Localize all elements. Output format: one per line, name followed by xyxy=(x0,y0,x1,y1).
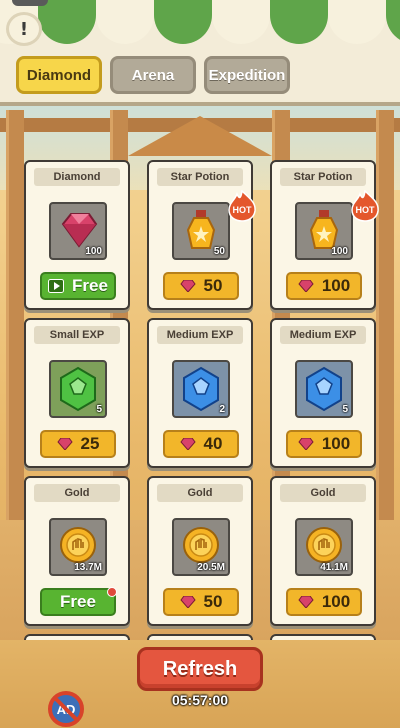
item-quantity: 100 xyxy=(85,246,102,257)
item-title: Medium EXP xyxy=(157,326,243,344)
no-ads-icon[interactable]: AD xyxy=(46,690,86,728)
item-title: Diamond xyxy=(34,168,120,186)
item-quantity: 13.7M xyxy=(74,562,102,573)
item-title: Star Potion xyxy=(280,168,366,186)
item-icon-frame: 20.5M xyxy=(172,518,230,576)
buy-button[interactable]: 25 xyxy=(40,430,116,458)
price-label: 25 xyxy=(80,434,100,453)
price-label: 50 xyxy=(203,592,223,611)
item-title: Medium EXP xyxy=(280,326,366,344)
price-label: 100 xyxy=(321,434,351,453)
item-quantity: 5 xyxy=(96,404,102,415)
shop-item-star-potion[interactable]: Star Potion 100 HOT 100 xyxy=(270,160,379,310)
free-claim-button[interactable]: Free xyxy=(40,587,117,616)
price-label: 50 xyxy=(203,276,223,295)
price-label: Free xyxy=(72,276,108,295)
info-icon: ! xyxy=(19,18,29,40)
buy-button[interactable]: 100 xyxy=(286,430,362,458)
free-ad-button[interactable]: Free xyxy=(40,272,116,300)
shop-item-small-exp[interactable]: Small EXP 5 25 xyxy=(24,318,130,468)
gem-currency-icon xyxy=(298,280,314,292)
item-icon-frame: 41.1M xyxy=(295,518,353,576)
buy-button[interactable]: 40 xyxy=(163,430,239,458)
shop-item-gold[interactable]: Gold 20.5M 50 xyxy=(147,476,253,626)
shop-item-gold[interactable]: Gold 41.1M 100 xyxy=(270,476,376,626)
gem-currency-icon xyxy=(179,596,196,608)
gem-currency-icon xyxy=(179,438,196,450)
item-title: Gold xyxy=(157,484,243,502)
item-icon-frame: 2 xyxy=(172,360,230,418)
item-quantity: 41.1M xyxy=(320,562,348,573)
refresh-timer: 05:57:00 xyxy=(171,692,229,708)
item-icon-frame: 100 xyxy=(295,202,353,260)
gem-currency-icon xyxy=(179,280,196,292)
price-label: 40 xyxy=(203,434,223,453)
price-label: 100 xyxy=(321,276,351,295)
item-quantity: 2 xyxy=(219,404,225,415)
item-icon-frame: 5 xyxy=(295,360,353,418)
item-quantity: 20.5M xyxy=(197,562,225,573)
play-ad-icon xyxy=(48,279,65,293)
hot-badge-icon: HOT xyxy=(228,190,256,222)
gem-currency-icon xyxy=(298,438,314,450)
price-label: 100 xyxy=(321,592,351,611)
shop-item-medium-exp[interactable]: Medium EXP 2 40 xyxy=(147,318,253,468)
refresh-button[interactable]: Refresh xyxy=(137,647,263,691)
gem-currency-icon xyxy=(298,596,314,608)
shop-grid: Diamond 100 Free Star Potion 50 HOT 50 S… xyxy=(0,110,400,640)
buy-button[interactable]: 100 xyxy=(286,272,362,300)
item-icon-frame: 100 xyxy=(49,202,107,260)
item-icon-frame: 13.7M xyxy=(49,518,107,576)
item-title: Gold xyxy=(280,484,366,502)
shop-item-diamond[interactable]: Diamond 100 Free xyxy=(24,160,130,310)
item-title: Small EXP xyxy=(34,326,120,344)
shop-item-medium-exp[interactable]: Medium EXP 5 100 xyxy=(270,318,376,468)
hot-label: HOT xyxy=(356,205,376,215)
buy-button[interactable]: 50 xyxy=(163,588,239,616)
item-quantity: 50 xyxy=(213,246,225,257)
item-quantity: 5 xyxy=(342,404,348,415)
tab-arena[interactable]: Arena xyxy=(110,56,196,94)
notification-dot xyxy=(107,587,117,597)
shop-item-gold[interactable]: Gold 13.7M Free xyxy=(24,476,130,626)
shop-awning: ! xyxy=(0,0,400,46)
item-title: Gold xyxy=(34,484,120,502)
item-quantity: 100 xyxy=(331,246,348,257)
item-icon-frame: 5 xyxy=(49,360,107,418)
info-button[interactable]: ! xyxy=(6,12,42,46)
item-title: Star Potion xyxy=(157,168,243,186)
tab-expedition[interactable]: Expedition xyxy=(204,56,290,94)
hot-label: HOT xyxy=(233,205,253,215)
top-tab-handle[interactable] xyxy=(12,0,48,6)
shop-item-star-potion[interactable]: Star Potion 50 HOT 50 xyxy=(147,160,256,310)
category-tab-bar: Diamond Arena Expedition xyxy=(0,46,400,106)
gem-currency-icon xyxy=(56,438,73,450)
tab-diamond[interactable]: Diamond xyxy=(16,56,102,94)
item-icon-frame: 50 xyxy=(172,202,230,260)
buy-button[interactable]: 100 xyxy=(286,588,362,616)
hot-badge-icon: HOT xyxy=(351,190,379,222)
buy-button[interactable]: 50 xyxy=(163,272,239,300)
price-label: Free xyxy=(60,592,96,611)
